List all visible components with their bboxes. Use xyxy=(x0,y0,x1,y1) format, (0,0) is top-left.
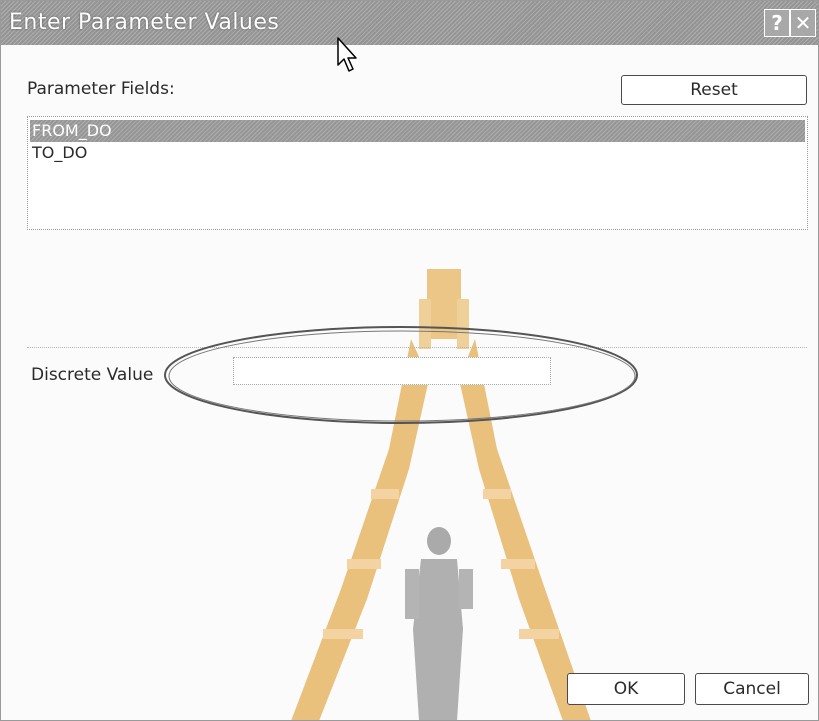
mouse-pointer-icon xyxy=(337,37,357,72)
highlight-annotation-ellipse xyxy=(164,326,638,424)
close-button[interactable]: ✕ xyxy=(790,9,816,37)
ok-button[interactable]: OK xyxy=(567,673,685,705)
help-button[interactable]: ? xyxy=(764,9,790,37)
cancel-button[interactable]: Cancel xyxy=(695,673,809,705)
discrete-value-label: Discrete Value xyxy=(31,365,154,385)
list-item[interactable]: FROM_DO xyxy=(30,120,805,142)
title-bar[interactable]: Enter Parameter Values ? ✕ xyxy=(1,1,818,45)
parameter-fields-label: Parameter Fields: xyxy=(27,79,175,99)
list-item[interactable]: TO_DO xyxy=(30,142,230,164)
parameter-fields-list[interactable]: FROM_DO TO_DO xyxy=(27,116,808,230)
help-icon: ? xyxy=(771,11,783,35)
reset-button[interactable]: Reset xyxy=(621,75,807,105)
enter-parameter-values-dialog: Enter Parameter Values ? ✕ Parameter Fie… xyxy=(0,0,819,721)
window-title: Enter Parameter Values xyxy=(9,10,280,35)
close-icon: ✕ xyxy=(794,11,812,35)
